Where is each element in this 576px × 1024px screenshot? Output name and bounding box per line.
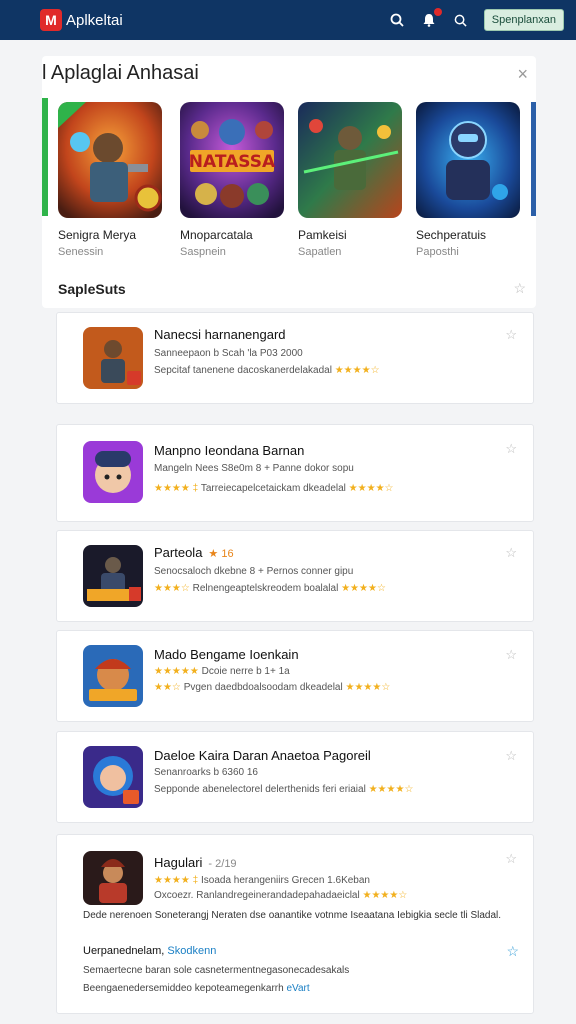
app-list-item[interactable]: Nanecsi harnanengard Sanneepaon b Scah '… [56, 312, 534, 404]
app-rating-badge: ★ 16 [208, 548, 234, 560]
featured-app-image[interactable]: NATASSA [180, 102, 284, 218]
top-actions: Spenplanxan [388, 8, 564, 31]
app-description-line: Sepponde abenelectorel delerthenids feri… [154, 784, 414, 795]
search-secondary-icon[interactable] [452, 11, 470, 29]
app-list-item[interactable]: Mado Bengame Ioenkain ★★★★★ Dcoie nerre … [56, 630, 534, 722]
rating-stars: ★★★☆ [154, 583, 190, 594]
header-action-button[interactable]: Spenplanxan [483, 9, 564, 31]
app-description-line: Sepcitaf tanenene dacoskanerdelakadal ★★… [154, 365, 380, 376]
featured-app-card[interactable]: Pamkeisi Sapatlen [298, 102, 402, 258]
section-title: SapleSuts [58, 280, 126, 297]
app-description-line: Oxcoezr. Ranlandregeinerandadepahadaeicl… [154, 890, 408, 901]
app-description-line: ★★★★ ‡ Tarreiecapelcetaickam dkeadelal ★… [154, 483, 394, 494]
favorite-star-icon[interactable]: ☆ [506, 943, 519, 960]
rating-stars: ★★★★☆ [334, 365, 380, 376]
featured-app-title: Mnoparcatala [180, 228, 253, 242]
featured-app-image[interactable] [58, 102, 162, 218]
app-icon[interactable] [83, 645, 143, 707]
app-meta: Senocsaloch dkebne 8 + Pernos conner gip… [154, 566, 354, 577]
featured-app-title: Senigra Merya [58, 228, 137, 242]
footer-link[interactable]: eVart [286, 983, 309, 994]
app-title[interactable]: Mado Bengame Ioenkain [154, 647, 299, 662]
featured-app-subtitle: Sapatlen [298, 246, 342, 258]
app-meta: Senanroarks b 6360 16 [154, 767, 258, 778]
app-meta: ★★★★ ‡ Isoada herangeniirs Grecen 1.6Keb… [154, 875, 370, 886]
rating-stars: ★★★★★ [154, 666, 199, 677]
app-title[interactable]: Nanecsi harnanengard [154, 327, 286, 342]
app-icon[interactable] [83, 746, 143, 808]
footer-text: Semaertecne baran sole casnetermentnegas… [83, 965, 350, 976]
app-icon[interactable] [83, 327, 143, 389]
app-list-item[interactable]: Parteola ★ 16 Senocsaloch dkebne 8 + Pern… [56, 530, 534, 622]
app-icon[interactable] [83, 545, 143, 607]
footer-text: Beengaenedersemiddeo kepoteamegenkarrh e… [83, 983, 310, 994]
rating-stars: ★★☆ [154, 682, 181, 693]
app-title[interactable]: Hagulari - 2/19 [154, 855, 237, 870]
star-outline-icon[interactable]: ☆ [505, 748, 517, 764]
app-title[interactable]: Daeloe Kaira Daran Anaetoa Pagoreil [154, 748, 371, 763]
featured-app-image[interactable] [298, 102, 402, 218]
rating-stars: ★★★★☆ [362, 890, 408, 901]
app-icon[interactable] [83, 851, 143, 905]
featured-app-card[interactable]: Senigra Merya Senessin [58, 102, 162, 258]
star-outline-icon[interactable]: ☆ [505, 647, 517, 663]
panel-title: l Aplaglai Anhasai [42, 62, 199, 84]
section-header: SapleSuts ☆ [42, 280, 536, 297]
app-meta: Mangeln Nees S8e0m 8 + Panne dokor sopu [154, 463, 354, 474]
rating-stars: ★★★★☆ [348, 483, 394, 494]
rating-stars: ★★★★☆ [345, 682, 391, 693]
featured-app-image[interactable] [416, 102, 520, 218]
rating-stars: ★★★★ ‡ [154, 875, 199, 886]
app-title: Aplkeltai [66, 11, 123, 29]
cta-row: Uerpanednelam, Skodkenn [83, 945, 217, 957]
app-meta: ★★★★★ Dcoie nerre b 1+ 1a [154, 666, 290, 677]
featured-app-card[interactable]: Sechperatuis Paposthi [416, 102, 520, 258]
featured-app-card[interactable]: NATASSA Mnoparcatala Saspnein [180, 102, 284, 258]
close-icon[interactable]: × [517, 64, 528, 85]
star-outline-icon[interactable]: ☆ [505, 851, 517, 867]
featured-panel: l Aplaglai Anhasai × Senigra Merya Senes… [42, 56, 536, 308]
star-outline-icon[interactable]: ☆ [505, 545, 517, 561]
rating-stars: ★★★★ ‡ [154, 483, 199, 494]
notification-badge [433, 8, 442, 16]
featured-app-subtitle: Paposthi [416, 246, 459, 258]
search-icon[interactable] [388, 11, 406, 29]
rating-stars: ★★★★☆ [368, 784, 414, 795]
app-title[interactable]: Parteola ★ 16 [154, 545, 234, 560]
cta-link[interactable]: Skodkenn [167, 945, 216, 957]
app-meta: Sanneepaon b Scah 'la P03 2000 [154, 348, 303, 359]
star-outline-icon[interactable]: ☆ [505, 441, 517, 457]
notification-bell-icon[interactable] [420, 8, 442, 29]
featured-app-subtitle: Saspnein [180, 246, 226, 258]
app-description-line: ★★☆ Pvgen daedbdoalsoodam dkeadelal ★★★★… [154, 682, 391, 693]
app-logo-icon[interactable]: M [40, 9, 62, 31]
featured-banner-text: NATASSA [189, 152, 276, 172]
featured-app-title: Sechperatuis [416, 228, 487, 242]
app-icon[interactable] [83, 441, 143, 503]
star-outline-icon[interactable]: ☆ [505, 327, 517, 343]
star-outline-icon[interactable]: ☆ [513, 280, 526, 297]
app-description-line: ★★★☆ Relnengeaptelskreodem boalalal ★★★★… [154, 583, 386, 594]
top-bar: M Aplkeltai Spenplanxan [0, 0, 576, 40]
app-long-description: Dede nerenoen Soneterangj Neraten dse oa… [83, 910, 502, 921]
app-title[interactable]: Manpno Ieondana Barnan [154, 443, 304, 458]
app-list-item[interactable]: Daeloe Kaira Daran Anaetoa Pagoreil Sena… [56, 731, 534, 823]
featured-app-title: Pamkeisi [298, 228, 347, 242]
next-featured-peek[interactable] [531, 102, 536, 216]
featured-app-subtitle: Senessin [58, 246, 104, 258]
app-list-item-expanded[interactable]: Hagulari - 2/19 ★★★★ ‡ Isoada herangeniir… [56, 834, 534, 1014]
app-list-item[interactable]: Manpno Ieondana Barnan Mangeln Nees S8e0… [56, 424, 534, 522]
featured-marker [42, 98, 48, 216]
app-rating-badge: - 2/19 [208, 858, 237, 870]
rating-stars: ★★★★☆ [341, 583, 386, 594]
